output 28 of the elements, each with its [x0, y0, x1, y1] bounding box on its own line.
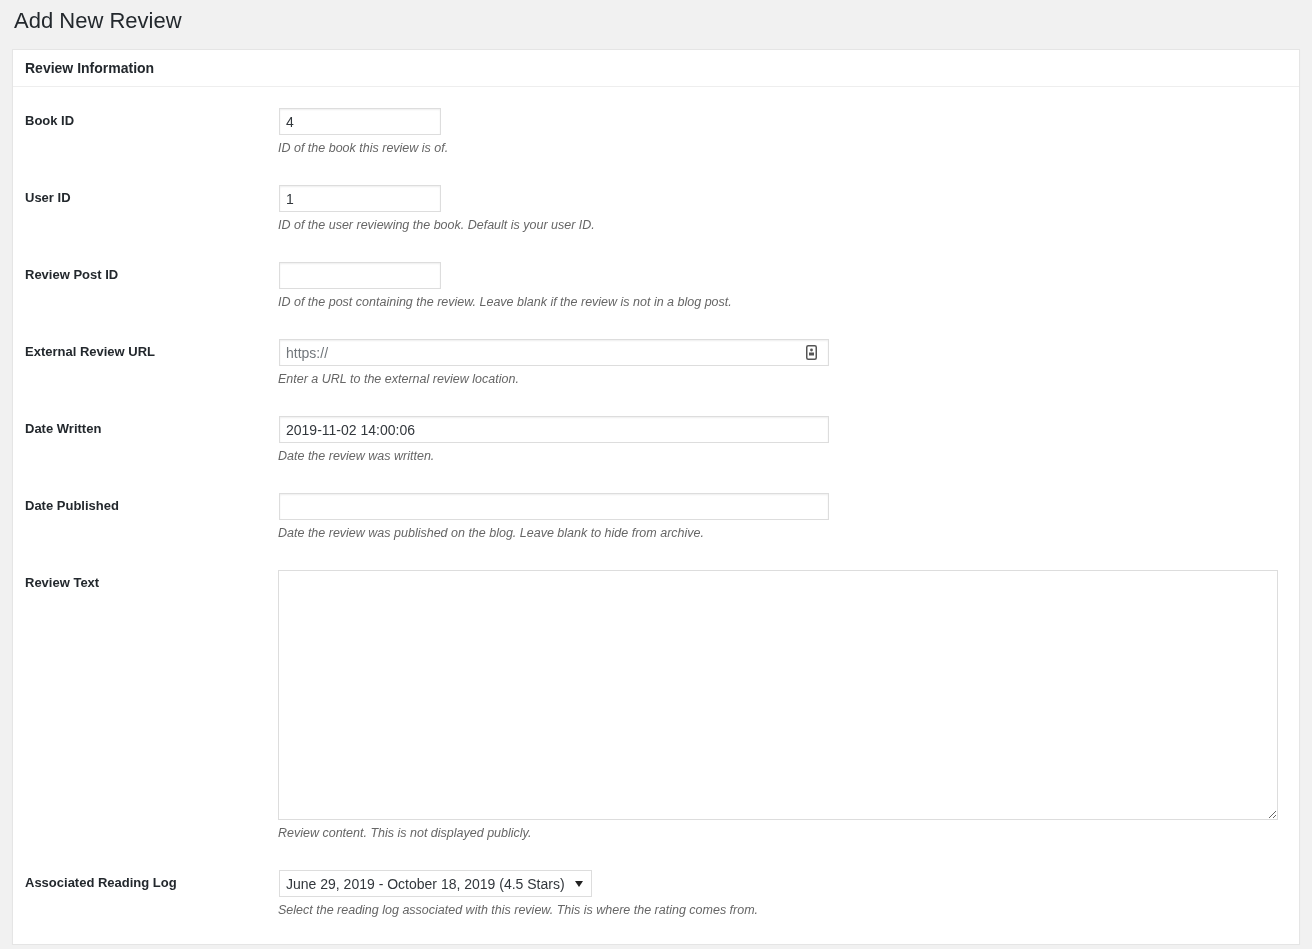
- field-label: Review Text: [25, 574, 101, 592]
- contact-card-icon[interactable]: [806, 345, 817, 360]
- field-hint: ID of the book this review is of.: [278, 140, 449, 157]
- page-title: Add New Review: [14, 7, 183, 35]
- field-hint: ID of the user reviewing the book. Default is your user ID.: [278, 217, 595, 234]
- field-hint: ID of the post containing the review. Leave blank if the review is not in a blog post.: [278, 294, 732, 311]
- caret-icon: [574, 880, 583, 887]
- field-label: Review Post ID: [25, 266, 120, 284]
- field-hint: Date the review was written.: [278, 448, 435, 465]
- field-hint: Review content. This is not displayed publicly.: [278, 825, 532, 842]
- field-label: User ID: [25, 189, 72, 207]
- input-field[interactable]: 4: [279, 108, 441, 135]
- field-label: Associated Reading Log: [25, 874, 178, 892]
- field-hint: Date the review was published on the blog. Leave blank to hide from archive.: [278, 525, 704, 542]
- input-field[interactable]: [279, 262, 441, 289]
- text-area[interactable]: [278, 570, 1278, 820]
- field-label: Book ID: [25, 112, 76, 130]
- url-field[interactable]: https://: [279, 339, 829, 366]
- field-label: External Review URL: [25, 343, 157, 361]
- field-hint: Select the reading log associated with this review. This is where the rating comes from.: [278, 902, 759, 919]
- input-field[interactable]: 2019-11-02 14:00:06: [279, 416, 829, 443]
- field-label: Date Published: [25, 497, 120, 515]
- input-field[interactable]: 1: [279, 185, 441, 212]
- dropdown[interactable]: June 29, 2019 - October 18, 2019 (4.5 Stars): [279, 870, 592, 897]
- field-label: Date Written: [25, 420, 103, 438]
- input-field[interactable]: [279, 493, 829, 520]
- field-hint: Enter a URL to the external review location.: [278, 371, 519, 388]
- panel-title: Review Information: [13, 50, 1299, 87]
